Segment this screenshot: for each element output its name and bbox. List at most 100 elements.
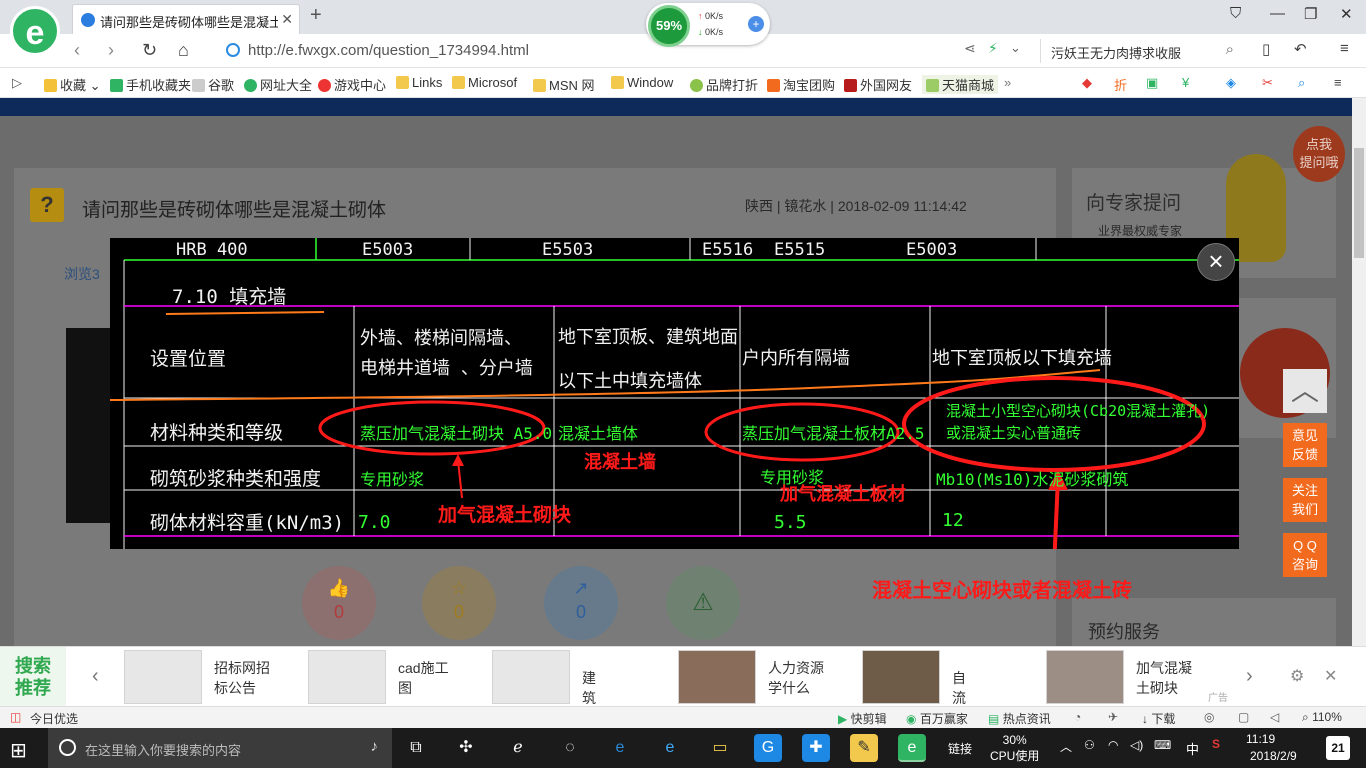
windows-start-icon[interactable]: ⊞ [10,738,27,763]
undo-icon[interactable]: ↶ [1294,40,1307,58]
network-speed-widget[interactable]: 59% ↑ 0K/s ↓ 0K/s + [646,3,770,47]
bookmark-brand-discount[interactable]: 品牌打折 [690,75,758,94]
follow-us-button[interactable]: 关注 我们 [1283,478,1327,522]
menu-icon[interactable]: ≡ [1340,40,1349,57]
today-pick-label[interactable]: 今日优选 [30,710,78,727]
sync-app-icon[interactable]: ◌ [556,734,584,762]
mobile-icon[interactable]: ▯ [1262,40,1270,58]
cpu-usage[interactable]: 30% CPU使用 [990,732,1039,764]
status-kuaijianji[interactable]: ▶ 快剪辑 [838,710,887,727]
money-icon[interactable]: ¥ [1182,75,1189,90]
restore-button[interactable]: ❐ [1304,5,1317,23]
zoom-level[interactable]: ⌕ 110% [1302,710,1342,725]
audio-icon[interactable]: ◁ [1270,710,1279,724]
search-icon[interactable]: ⌕ [1226,41,1234,58]
taskbar-link[interactable]: 链接 [948,740,972,757]
bookmark-games[interactable]: 游戏中心 [318,75,386,94]
gear-icon[interactable]: ⚙ [1290,666,1304,686]
refresh-icon[interactable]: ↻ [142,40,157,61]
bookmark-msn[interactable]: MSN 网 [533,75,595,94]
appointment-title[interactable]: 预约服务 [1088,618,1160,644]
browser-logo-icon[interactable]: e [10,6,60,56]
next-arrow-icon[interactable]: › [1246,665,1253,688]
bookmark-sites[interactable]: 网址大全 [244,75,312,94]
ie-e-icon[interactable]: ℯ [504,734,532,762]
keyboard-icon[interactable]: ⌨ [1154,738,1171,752]
speed-boost-icon[interactable]: + [748,16,764,32]
extension-icon[interactable]: ◆ [1082,75,1092,91]
clock-time[interactable]: 11:19 [1246,732,1275,746]
sogou-icon[interactable]: S [1212,737,1220,751]
forward-icon[interactable]: › [108,40,114,61]
tray-chevron-icon[interactable]: ︿ [1060,738,1072,755]
back-icon[interactable]: ‹ [74,40,80,61]
bookmark-tmall[interactable]: 天猫商城 [922,75,999,94]
url-field[interactable]: http://e.fwxgx.com/question_1734994.html [226,39,956,63]
bookmark-foreign[interactable]: 外国网友 [844,75,912,94]
g-app-icon[interactable]: G [754,734,782,762]
wifi-icon[interactable]: ◠ [1108,738,1118,752]
volume-icon[interactable]: ◁) [1130,738,1143,752]
bookmark-links[interactable]: Links [396,75,442,90]
plus-app-icon[interactable]: ✚ [802,734,830,762]
bookmark-google[interactable]: 谷歌 [192,75,234,94]
fan-app-icon[interactable]: ✣ [452,734,480,762]
favorite-button[interactable]: ☆ 0 [422,566,496,640]
status-hot-news[interactable]: ▤ 热点资讯 [988,710,1051,727]
ask-expert-title[interactable]: 向专家提问 [1086,188,1181,215]
chevron-down-icon[interactable]: ⌄ [1010,40,1021,56]
vertical-scrollbar[interactable] [1352,98,1366,646]
skin-icon[interactable]: ⛉ [1230,5,1241,22]
task-view-icon[interactable]: ⧉ [402,734,430,762]
notification-center-icon[interactable]: 21 [1326,736,1350,760]
qq-consult-button[interactable]: Q Q 咨询 [1283,533,1327,577]
internet-explorer-icon[interactable]: e [656,734,684,762]
browser-tab[interactable]: 请问那些是砖砌体哪些是混凝土砌 ✕ [72,4,300,34]
report-button[interactable]: ⚠ [666,566,740,640]
bookmark-taobao[interactable]: 淘宝团购 [767,75,835,94]
question-image-thumbnail[interactable] [66,328,110,523]
window-icon[interactable]: ▢ [1238,710,1249,724]
clean-icon[interactable]: ◎ [1204,710,1214,724]
status-download[interactable]: ↓ 下载 [1142,710,1175,727]
search-input[interactable]: 污妖王无力肉搏求收服 ⌕ [1040,39,1240,63]
close-icon[interactable]: ✕ [1324,666,1337,686]
ask-bubble[interactable]: 点我 提问哦 [1293,126,1345,182]
status-millionaire[interactable]: ◉ 百万赢家 [906,710,968,727]
browser-taskbar-icon[interactable]: e [898,734,926,762]
find-icon[interactable]: ⌕ [1298,75,1305,91]
tools-icon[interactable]: ✈ [1108,710,1118,724]
speed-icon[interactable]: ◔ [1074,710,1081,724]
close-tab-icon[interactable]: ✕ [281,11,293,28]
minimize-button[interactable]: — [1270,5,1285,22]
more-menu-icon[interactable]: ≡ [1334,75,1342,90]
scissors-icon[interactable]: ✂ [1262,75,1273,91]
tray-people-icon[interactable]: ⚇ [1084,738,1095,752]
feedback-button[interactable]: 意见 反馈 [1283,423,1327,467]
prev-arrow-icon[interactable]: ‹ [92,665,99,688]
clock-date[interactable]: 2018/2/9 [1250,749,1297,763]
game-icon[interactable]: ◈ [1226,75,1236,91]
like-button[interactable]: 👍 0 [302,566,376,640]
notepad-app-icon[interactable]: ✎ [850,734,878,762]
ime-indicator[interactable]: 中 [1186,739,1199,758]
microphone-icon[interactable]: ♪ [371,738,379,755]
new-tab-button[interactable]: + [310,4,322,27]
file-explorer-icon[interactable]: ▭ [706,734,734,762]
bookmark-favorites[interactable]: 收藏 ⌄ [44,75,101,94]
sidebar-toggle-icon[interactable]: ▷ [12,75,22,91]
bookmark-mobile[interactable]: 手机收藏夹 [110,75,191,94]
close-window-button[interactable]: ✕ [1340,5,1353,23]
home-icon[interactable]: ⌂ [178,40,189,61]
bookmark-windows[interactable]: Window [611,75,673,90]
more-bookmarks-icon[interactable]: » [1004,75,1011,90]
taskbar-search-input[interactable]: 在这里输入你要搜索的内容 ♪ [48,728,392,768]
close-lightbox-button[interactable]: × [1197,243,1235,281]
share-button[interactable]: ↗ 0 [544,566,618,640]
discount-icon[interactable]: 折 [1114,75,1127,94]
share-icon[interactable]: ⋖ [964,40,976,57]
scrollbar-thumb[interactable] [1354,148,1364,258]
bookmark-microsoft[interactable]: Microsof [452,75,517,90]
lightning-icon[interactable]: ⚡ [988,40,998,57]
edge-icon[interactable]: e [606,734,634,762]
